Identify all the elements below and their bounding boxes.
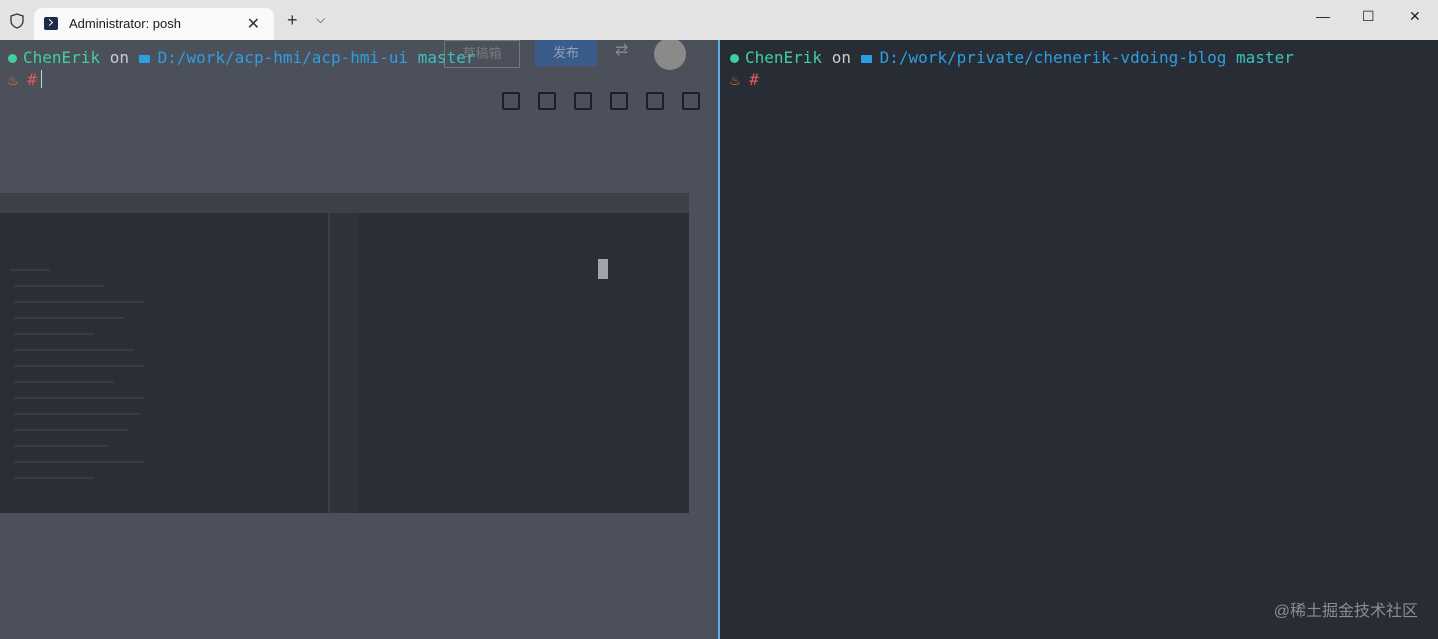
- thumb-line: [14, 301, 144, 303]
- tab-close-button[interactable]: ✕: [247, 14, 260, 34]
- help-icon: [538, 92, 556, 110]
- current-path: D:/work/private/chenerik-vdoing-blog: [879, 48, 1227, 67]
- on-text: on: [831, 48, 851, 67]
- user-dot-icon: [8, 54, 17, 63]
- thumb-line: [14, 461, 144, 463]
- powershell-icon: [44, 17, 58, 30]
- thumb-gutter: [330, 213, 358, 513]
- maximize-button[interactable]: ☐: [1362, 8, 1375, 25]
- title-bar: Administrator: posh ✕ + ⌵ — ☐ ✕: [0, 0, 1438, 40]
- thumb-line: [14, 333, 94, 335]
- git-branch: master: [1236, 48, 1294, 67]
- prompt-line-right: ChenErik on D:/work/private/chenerik-vdo…: [730, 48, 1294, 67]
- thumb-line: [14, 397, 144, 399]
- username: ChenErik: [23, 48, 101, 67]
- new-tab-button[interactable]: +: [287, 10, 298, 31]
- prompt-line-left: ChenErik on D:/work/acp-hmi/acp-hmi-ui m…: [8, 48, 476, 67]
- prompt-symbol: #: [27, 70, 37, 89]
- terminal-pane-right[interactable]: ChenErik on D:/work/private/chenerik-vdo…: [720, 40, 1438, 639]
- close-button[interactable]: ✕: [1409, 8, 1421, 25]
- prompt-symbol: #: [749, 70, 759, 89]
- swap-icon: ⇄: [615, 42, 629, 59]
- background-screenshot: [0, 193, 689, 513]
- shield-icon[interactable]: [9, 13, 25, 29]
- input-line-right[interactable]: ♨ #: [730, 70, 759, 89]
- current-path: D:/work/acp-hmi/acp-hmi-ui: [157, 48, 409, 67]
- thumb-line: [14, 477, 94, 479]
- terminal-pane-left[interactable]: 草稿箱 发布 ⇄ ChenErik on D:/work/acp-hmi/acp…: [0, 40, 718, 639]
- flame-icon: ♨: [730, 70, 740, 89]
- thumb-line: [14, 445, 109, 447]
- thumb-line: [14, 317, 124, 319]
- tab-dropdown-button[interactable]: ⌵: [316, 12, 325, 27]
- background-toolbar: [502, 92, 718, 115]
- git-branch: master: [417, 48, 476, 67]
- folder-icon: [860, 55, 872, 63]
- thumb-line: [10, 269, 50, 271]
- preview-icon: [574, 92, 592, 110]
- background-publish-button: 发布: [535, 40, 597, 66]
- editor-icon: [502, 92, 520, 110]
- avatar: [654, 40, 686, 70]
- fullscreen-icon: [646, 92, 664, 110]
- watermark: @稀土掘金技术社区: [1273, 603, 1418, 620]
- user-dot-icon: [730, 54, 739, 63]
- text-cursor: [40, 70, 42, 88]
- folder-icon: [138, 55, 150, 63]
- thumb-line: [14, 285, 104, 287]
- tab-title: Administrator: posh: [69, 16, 181, 31]
- thumb-line: [14, 381, 114, 383]
- github-icon: [682, 92, 700, 110]
- split-icon: [610, 92, 628, 110]
- thumb-line: [14, 365, 144, 367]
- flame-icon: ♨: [8, 70, 18, 89]
- minimize-button[interactable]: —: [1316, 8, 1330, 24]
- thumb-cursor: [598, 259, 608, 279]
- input-line-left[interactable]: ♨ #: [8, 70, 42, 89]
- thumb-titlebar: [0, 193, 689, 213]
- thumb-line: [14, 413, 139, 415]
- username: ChenErik: [745, 48, 823, 67]
- on-text: on: [109, 48, 129, 67]
- thumb-line: [14, 349, 134, 351]
- thumb-line: [14, 429, 129, 431]
- tab-posh[interactable]: Administrator: posh ✕: [34, 8, 274, 40]
